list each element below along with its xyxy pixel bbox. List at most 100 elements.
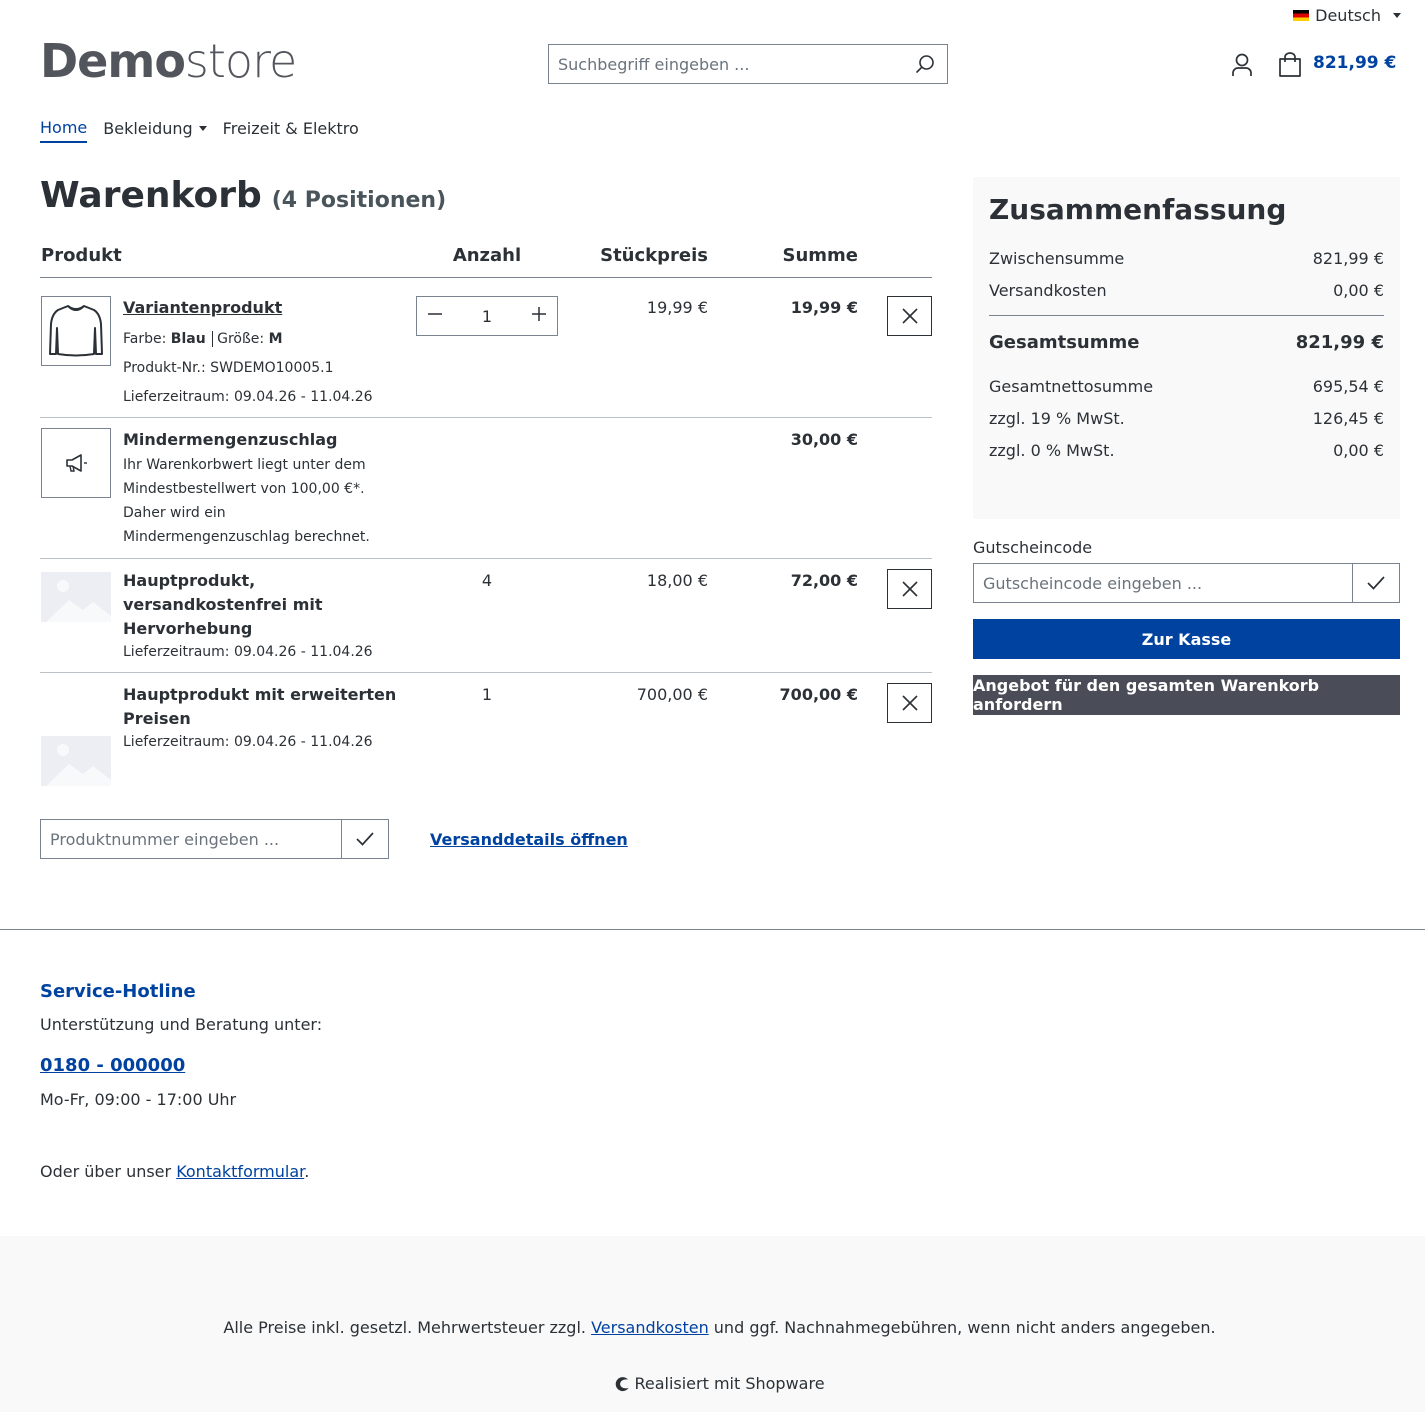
summary-net: Gesamtnettosumme 695,54 € [989,377,1384,396]
voucher-label: Gutscheincode [973,538,1093,557]
summary-value: 695,54 € [1312,377,1384,396]
cart-count: (4 Positionen) [271,188,447,213]
product-options: Farbe: Blau Größe: M [123,327,283,351]
summary-value: 0,00 € [1333,441,1384,460]
surcharge-description-line: Daher wird ein [123,505,226,521]
quantity-value: 4 [481,571,493,590]
plus-icon[interactable] [531,306,547,326]
product-name-line: Hauptprodukt mit erweiterten [123,685,397,704]
row-divider [40,558,932,559]
column-header-unit-price: Stückpreis [600,245,708,266]
product-number-form [40,819,389,859]
surcharge-description: Ihr Warenkorbwert liegt unter dem Mindes… [123,453,370,549]
column-header-product: Produkt [41,245,122,266]
summary-label: zzgl. 19 % MwSt. [989,409,1125,428]
row-divider [40,672,932,673]
summary-vat-19: zzgl. 19 % MwSt. 126,45 € [989,409,1384,428]
unit-price: 19,99 € [646,298,708,317]
option-value: M [268,331,283,347]
check-icon[interactable] [341,820,388,858]
summary-vat-0: zzgl. 0 % MwSt. 0,00 € [989,441,1384,460]
product-name-link[interactable]: Hauptprodukt mit erweiterten Preisen [123,683,396,731]
shipping-details-link[interactable]: Versanddetails öffnen [430,830,628,849]
search-bar [548,44,948,84]
megaphone-icon [66,454,87,472]
option-label: Farbe: [123,331,167,347]
placeholder-image-icon[interactable] [41,572,111,622]
product-name-line: Hauptprodukt, [123,571,256,590]
cart-total[interactable]: 821,99 € [1313,53,1396,73]
logo-bold: Demo [40,34,186,88]
summary-label: Gesamtsumme [989,332,1140,353]
caret-down-icon [1393,13,1401,18]
shipping-costs-link[interactable]: Versandkosten [591,1318,709,1337]
surcharge-description-line: Mindermengenzuschlag berechnet. [123,529,370,545]
summary-label: Zwischensumme [989,249,1125,268]
summary-value: 0,00 € [1333,281,1384,300]
product-image[interactable] [41,296,111,366]
contact-form-link[interactable]: Kontaktformular [176,1162,304,1181]
option-value: Blau [170,331,206,347]
unit-price: 18,00 € [646,571,708,590]
quantity-value[interactable]: 1 [482,307,492,326]
product-name-line: versandkostenfrei mit [123,595,323,614]
request-quote-button[interactable]: Angebot für den gesamten Warenkorb anfor… [973,675,1400,715]
checkout-button[interactable]: Zur Kasse [973,619,1400,659]
hotline-title: Service-Hotline [40,981,196,1002]
line-total: 72,00 € [790,571,858,590]
shopping-bag-icon[interactable] [1276,50,1304,80]
summary-divider [989,315,1384,316]
main-navigation: Home Bekleidung Freizeit & Elektro [40,118,359,143]
remove-item-button[interactable] [887,296,932,336]
placeholder-image-icon[interactable] [41,736,111,786]
nav-item-home[interactable]: Home [40,118,88,143]
nav-item-freizeit-elektro[interactable]: Freizeit & Elektro [223,118,359,143]
logo[interactable]: Demostore [40,34,297,88]
account-icon[interactable] [1228,50,1256,80]
surcharge-image [41,428,111,498]
contact-prefix: Oder über unser [40,1162,177,1181]
quantity-value: 1 [481,685,493,704]
close-icon [901,308,918,324]
check-icon[interactable] [1352,564,1399,602]
summary-value: 821,99 € [1295,332,1384,353]
nav-item-bekleidung[interactable]: Bekleidung [103,118,207,143]
summary-value: 821,99 € [1312,249,1384,268]
sweater-icon [49,305,103,357]
remove-item-button[interactable] [887,569,932,609]
summary-label: Versandkosten [989,281,1107,300]
search-icon[interactable] [903,45,947,83]
nav-label-bekleidung: Bekleidung [103,119,193,138]
table-header-divider [40,277,932,278]
summary-shipping: Versandkosten 0,00 € [989,281,1384,300]
product-number-input[interactable] [41,820,341,858]
summary-title: Zusammenfassung [989,193,1287,226]
line-total: 30,00 € [790,430,858,449]
option-label: Größe: [217,331,265,347]
product-number: Produkt-Nr.: SWDEMO10005.1 [123,360,334,376]
powered-by-label: Realisiert mit Shopware [634,1374,825,1393]
vat-prefix: Alle Preise inkl. gesetzl. Mehrwertsteue… [223,1318,592,1337]
remove-item-button[interactable] [887,683,932,723]
quantity-stepper: 1 [416,296,558,336]
minus-icon[interactable] [427,306,443,326]
surcharge-description-line: Ihr Warenkorbwert liegt unter dem [123,457,366,473]
surcharge-name: Mindermengenzuschlag [123,430,338,449]
column-header-quantity: Anzahl [452,245,522,266]
unit-price: 700,00 € [636,685,708,704]
close-icon [901,581,918,597]
product-name-link[interactable]: Hauptprodukt, versandkostenfrei mit Herv… [123,569,323,641]
powered-by[interactable]: Realisiert mit Shopware [0,1374,1425,1393]
page-title: Warenkorb (4 Positionen) [40,175,446,216]
vat-suffix: und ggf. Nachnahmegebühren, wenn nicht a… [708,1318,1216,1337]
language-switcher[interactable]: Deutsch [1293,6,1401,25]
product-name-link[interactable]: Variantenprodukt [123,296,282,320]
search-input[interactable] [549,45,903,83]
voucher-input[interactable] [974,564,1352,602]
hotline-phone-link[interactable]: 0180 - 000000 [40,1055,185,1076]
summary-subtotal: Zwischensumme 821,99 € [989,249,1384,268]
hotline-hours: Mo-Fr, 09:00 - 17:00 Uhr [40,1090,237,1109]
summary-grand-total: Gesamtsumme 821,99 € [989,332,1384,353]
summary-label: zzgl. 0 % MwSt. [989,441,1115,460]
column-header-total: Summe [782,245,859,266]
